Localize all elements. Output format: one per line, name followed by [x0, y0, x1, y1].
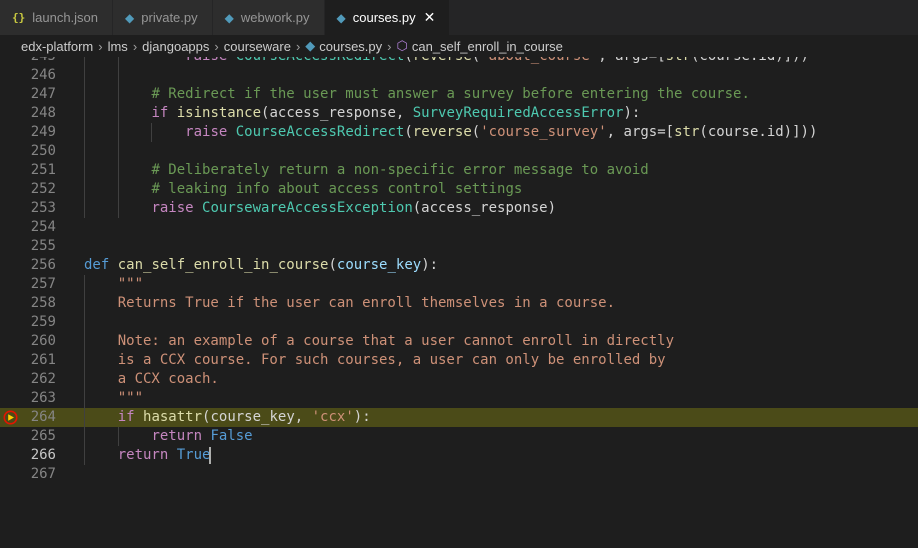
- code-line[interactable]: 260 Note: an example of a course that a …: [0, 332, 918, 351]
- line-number: 249: [30, 124, 56, 140]
- code-line[interactable]: 247 # Redirect if the user must answer a…: [0, 85, 918, 104]
- close-icon[interactable]: ✕: [424, 9, 436, 26]
- python-file-icon: ◆: [336, 10, 346, 25]
- chevron-right-icon: ›: [387, 38, 392, 54]
- code-line[interactable]: 252 # leaking info about access control …: [0, 180, 918, 199]
- code-line[interactable]: 250: [0, 142, 918, 161]
- code-line[interactable]: 255: [0, 237, 918, 256]
- tab-label: private.py: [141, 10, 198, 25]
- breadcrumb-item[interactable]: courseware: [224, 39, 291, 54]
- code-text: if isinstance(access_response, SurveyReq…: [151, 105, 641, 121]
- line-number: 260: [30, 333, 56, 349]
- code-line[interactable]: 257 """: [0, 275, 918, 294]
- code-text: Returns True if the user can enroll them…: [84, 295, 616, 311]
- line-number: 266: [30, 447, 56, 463]
- line-number: 254: [30, 219, 56, 235]
- code-line[interactable]: 266 return True: [0, 446, 918, 465]
- line-number: 253: [30, 200, 56, 216]
- code-text: is a CCX course. For such courses, a use…: [84, 352, 666, 368]
- code-line[interactable]: 265 return False: [0, 427, 918, 446]
- breadcrumb-item[interactable]: courses.py: [319, 39, 382, 54]
- code-text: Note: an example of a course that a user…: [84, 333, 675, 349]
- python-file-icon: ◆: [125, 10, 135, 25]
- indent-guide: [117, 427, 119, 446]
- python-file-icon: ◆: [224, 10, 234, 25]
- line-number: 255: [30, 238, 56, 254]
- indent-guide: [84, 57, 85, 218]
- python-file-icon: ◆: [305, 38, 316, 53]
- code-line[interactable]: 267: [0, 465, 918, 484]
- tab-label: launch.json: [32, 10, 99, 25]
- code-line[interactable]: 251 # Deliberately return a non-specific…: [0, 161, 918, 180]
- code-text: """: [84, 390, 144, 406]
- tab-label: courses.py: [352, 10, 416, 25]
- chevron-right-icon: ›: [214, 38, 219, 54]
- code-line[interactable]: 261 is a CCX course. For such courses, a…: [0, 351, 918, 370]
- symbol-method-icon: ⬡: [396, 38, 408, 53]
- line-number: 259: [30, 314, 56, 330]
- line-number: 245: [0, 57, 56, 66]
- indent-guide: [151, 123, 153, 142]
- code-text: # Redirect if the user must answer a sur…: [151, 86, 750, 102]
- code-line[interactable]: 264 if hasattr(course_key, 'ccx'):: [0, 408, 918, 427]
- chevron-right-icon: ›: [98, 38, 103, 54]
- code-text: if hasattr(course_key, 'ccx'):: [117, 409, 371, 425]
- code-line[interactable]: 263 """: [0, 389, 918, 408]
- json-braces-icon: {}: [12, 11, 26, 24]
- line-number: 262: [30, 371, 56, 387]
- breadcrumb-item[interactable]: can_self_enroll_in_course: [412, 39, 563, 54]
- code-text: return False: [151, 428, 253, 444]
- text-cursor: [209, 446, 212, 464]
- line-number: 257: [30, 276, 56, 292]
- code-line[interactable]: 262 a CCX coach.: [0, 370, 918, 389]
- chevron-right-icon: ›: [295, 38, 301, 54]
- code-text: a CCX coach.: [84, 371, 219, 387]
- line-number: 252: [30, 181, 56, 197]
- code-line[interactable]: 258 Returns True if the user can enroll …: [0, 294, 918, 313]
- line-number: 250: [30, 143, 56, 159]
- breakpoint-current-icon[interactable]: [3, 410, 18, 425]
- tab-webwork-py[interactable]: ◆ webwork.py: [212, 0, 325, 35]
- code-line[interactable]: 259: [0, 313, 918, 332]
- code-line[interactable]: 256 def can_self_enroll_in_course(course_…: [0, 256, 918, 275]
- code-line[interactable]: 253 raise CoursewareAccessException(acce…: [0, 199, 918, 218]
- line-number: 247: [30, 86, 56, 102]
- tab-launch-json[interactable]: {} launch.json: [0, 0, 114, 35]
- code-text: def can_self_enroll_in_course(course_key…: [84, 257, 439, 273]
- line-number: 246: [30, 67, 56, 83]
- code-line[interactable]: 248 if isinstance(access_response, Surve…: [0, 104, 918, 123]
- editor-tab-bar: {} launch.json ◆ private.py ◆ webwork.py…: [0, 0, 918, 35]
- tab-private-py[interactable]: ◆ private.py: [113, 0, 213, 35]
- code-line[interactable]: 249 raise CourseAccessRedirect(reverse('…: [0, 123, 918, 142]
- code-text: # Deliberately return a non-specific err…: [151, 162, 649, 178]
- tab-label: webwork.py: [240, 10, 310, 25]
- code-text: """: [84, 276, 144, 292]
- line-number: 265: [30, 428, 56, 444]
- line-number: 263: [30, 390, 56, 406]
- line-number: 258: [30, 295, 56, 311]
- chevron-right-icon: ›: [132, 38, 138, 54]
- code-line[interactable]: 246: [0, 66, 918, 85]
- code-text: raise CourseAccessRedirect(reverse('abou…: [84, 57, 809, 66]
- code-text: return True: [117, 446, 212, 464]
- breadcrumb-item[interactable]: edx-platform: [21, 39, 93, 54]
- code-line[interactable]: 245 raise CourseAccessRedirect(reverse('…: [0, 57, 918, 66]
- code-text: raise CoursewareAccessException(access_r…: [151, 200, 557, 216]
- line-number: 248: [30, 105, 56, 121]
- tab-courses-py[interactable]: ◆ courses.py ✕: [324, 0, 451, 35]
- line-number: 261: [30, 352, 56, 368]
- line-number: 251: [30, 162, 56, 178]
- code-line[interactable]: 254: [0, 218, 918, 237]
- line-number: 267: [30, 466, 56, 482]
- code-text: raise CourseAccessRedirect(reverse('cour…: [185, 124, 818, 140]
- breadcrumb-item[interactable]: lms: [108, 39, 128, 54]
- breadcrumb: edx-platform › lms › djangoapps › course…: [0, 35, 918, 57]
- indent-guide: [84, 275, 85, 465]
- line-number: 256: [30, 257, 56, 273]
- code-editor[interactable]: 245 raise CourseAccessRedirect(reverse('…: [0, 57, 918, 548]
- indent-guide: [117, 57, 119, 218]
- code-text: # leaking info about access control sett…: [151, 181, 523, 197]
- breadcrumb-item[interactable]: djangoapps: [142, 39, 209, 54]
